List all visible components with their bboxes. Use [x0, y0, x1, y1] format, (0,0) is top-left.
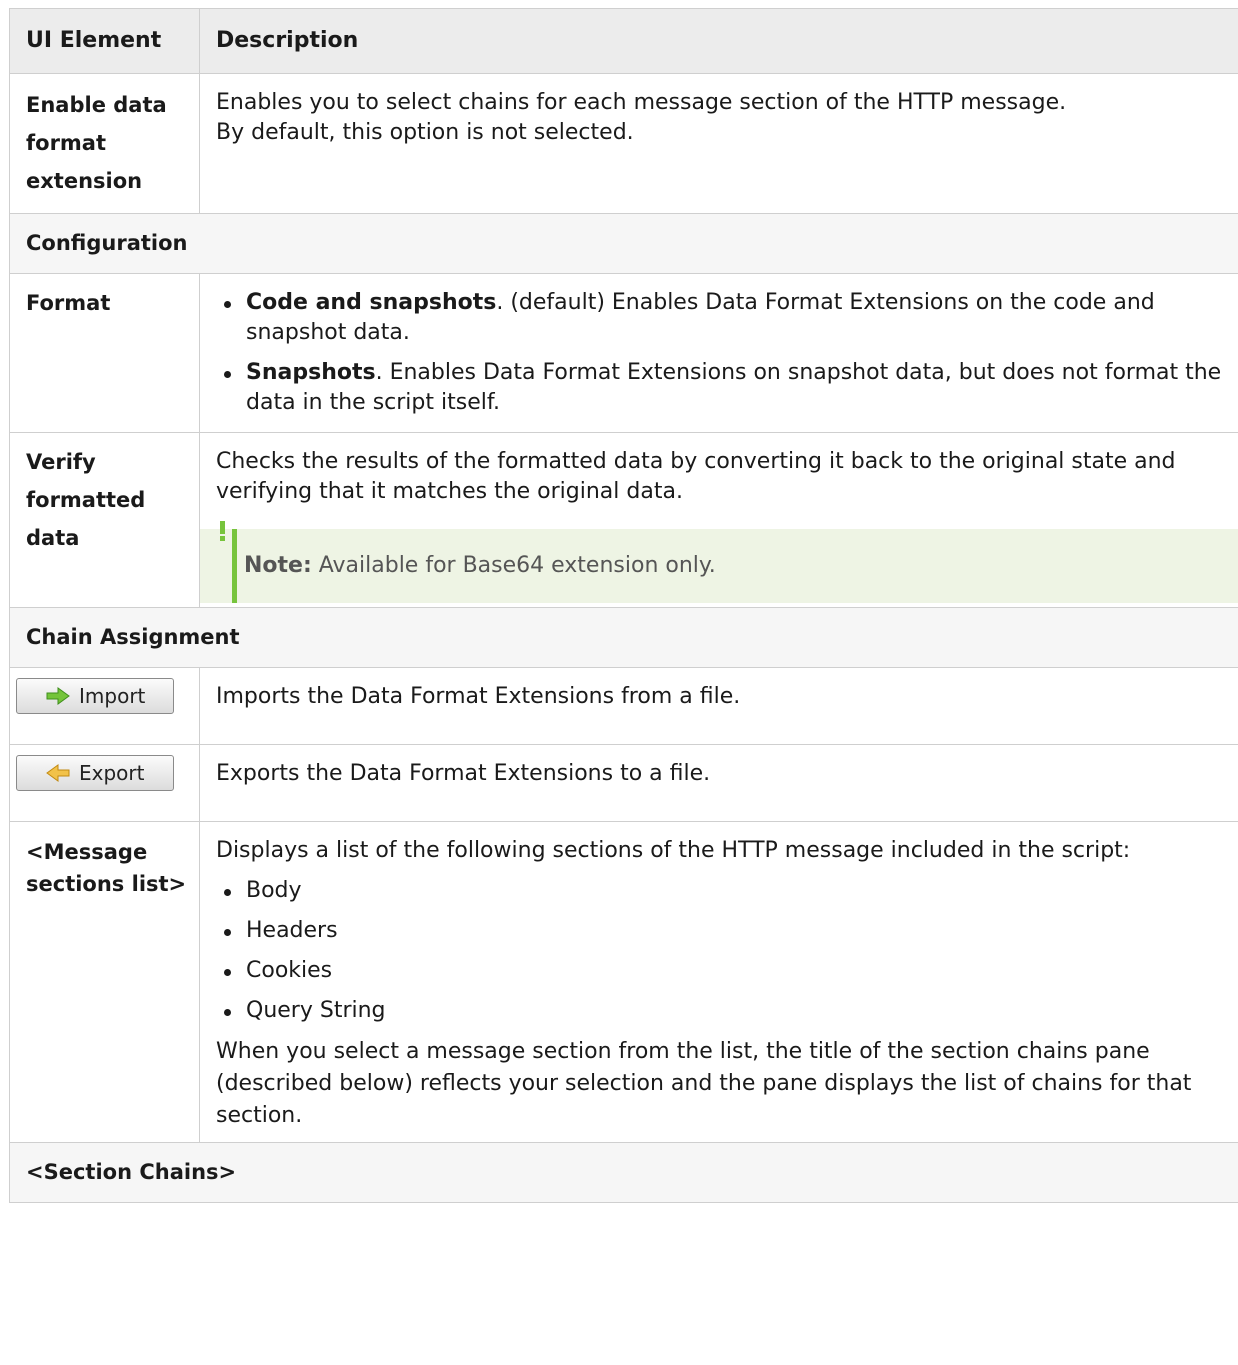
- table-row: <Message sections list> Displays a list …: [9, 821, 1238, 1143]
- table-row: Import Imports the Data Format Extension…: [9, 667, 1238, 745]
- list-item: Headers: [224, 916, 1228, 946]
- table-row: Export Exports the Data Format Extension…: [9, 744, 1238, 822]
- import-button[interactable]: Import: [16, 678, 174, 714]
- row-desc-format: Code and snapshots. (default) Enables Da…: [199, 273, 1238, 433]
- row-desc-import: Imports the Data Format Extensions from …: [199, 667, 1238, 745]
- row-desc-message-sections: Displays a list of the following section…: [199, 821, 1238, 1143]
- row-label-message-sections: <Message sections list>: [9, 821, 200, 1143]
- desc-line: Enables you to select chains for each me…: [216, 90, 1067, 115]
- format-options-list: Code and snapshots. (default) Enables Da…: [216, 288, 1228, 418]
- row-desc-export: Exports the Data Format Extensions to a …: [199, 744, 1238, 822]
- list-item: Body: [224, 876, 1228, 906]
- import-button-label: Import: [79, 684, 146, 708]
- desc-text: Checks the results of the formatted data…: [216, 449, 1176, 504]
- row-label-export: Export: [9, 744, 200, 822]
- row-label-enable: Enable data format extension: [9, 73, 200, 214]
- section-row: Configuration: [9, 213, 1238, 274]
- note-icon: [219, 521, 227, 541]
- list-item: Query String: [224, 996, 1228, 1026]
- table-row: Enable data format extension Enables you…: [9, 73, 1238, 214]
- row-label-verify: Verify formatted data: [9, 432, 200, 608]
- row-label-import: Import: [9, 667, 200, 745]
- table-row: Format Code and snapshots. (default) Ena…: [9, 273, 1238, 433]
- note-text: Note: Available for Base64 extension onl…: [244, 539, 1238, 581]
- note-body: Available for Base64 extension only.: [311, 553, 716, 578]
- ui-elements-table: UI Element Description Enable data forma…: [9, 8, 1238, 1203]
- list-item: Snapshots. Enables Data Format Extension…: [224, 358, 1228, 418]
- option-name: Code and snapshots: [246, 290, 497, 315]
- arrow-left-icon: [46, 764, 70, 782]
- export-button-label: Export: [79, 761, 145, 785]
- export-button[interactable]: Export: [16, 755, 174, 791]
- table-row: Verify formatted data Checks the results…: [9, 432, 1238, 608]
- header-ui-element: UI Element: [9, 8, 200, 74]
- section-section-chains: <Section Chains>: [9, 1142, 1238, 1203]
- list-item: Code and snapshots. (default) Enables Da…: [224, 288, 1228, 348]
- header-description: Description: [199, 8, 1238, 74]
- table-header-row: UI Element Description: [9, 8, 1238, 74]
- message-sections-list: Body Headers Cookies Query String: [216, 876, 1228, 1026]
- desc-line: By default, this option is not selected.: [216, 120, 634, 145]
- note-accent-bar: [232, 529, 237, 603]
- note-box: Note: Available for Base64 extension onl…: [200, 521, 1238, 603]
- section-row: <Section Chains>: [9, 1142, 1238, 1203]
- desc-intro: Displays a list of the following section…: [216, 838, 1131, 863]
- row-desc-enable: Enables you to select chains for each me…: [199, 73, 1238, 214]
- option-name: Snapshots: [246, 360, 376, 385]
- section-configuration: Configuration: [9, 213, 1238, 274]
- option-text: . Enables Data Format Extensions on snap…: [246, 360, 1222, 415]
- note-label: Note:: [244, 553, 312, 578]
- list-item: Cookies: [224, 956, 1228, 986]
- row-desc-verify: Checks the results of the formatted data…: [199, 432, 1238, 608]
- section-chain-assignment: Chain Assignment: [9, 607, 1238, 668]
- section-row: Chain Assignment: [9, 607, 1238, 668]
- desc-outro: When you select a message section from t…: [216, 1039, 1192, 1128]
- row-label-format: Format: [9, 273, 200, 433]
- arrow-right-icon: [46, 687, 70, 705]
